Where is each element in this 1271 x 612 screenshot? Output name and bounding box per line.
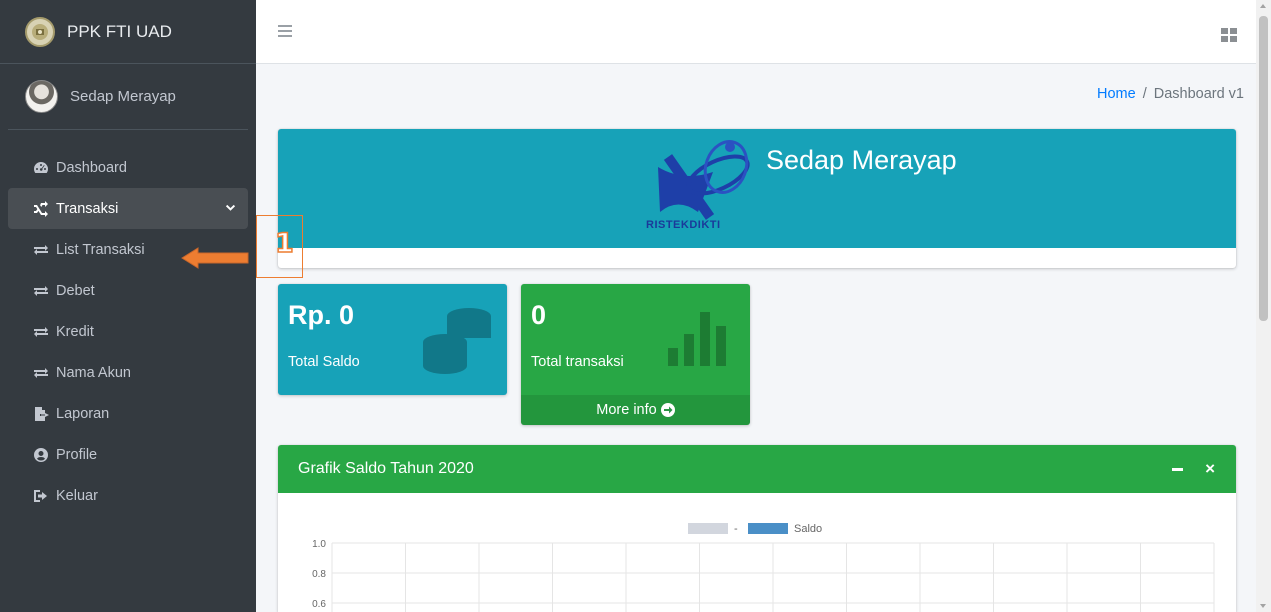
breadcrumb-home-link[interactable]: Home <box>1097 86 1136 102</box>
more-info-link[interactable]: More info <box>521 395 750 425</box>
welcome-card: RISTEKDIKTI Sedap Merayap <box>278 129 1236 268</box>
user-circle-icon <box>33 447 49 463</box>
user-avatar-icon <box>25 80 58 113</box>
sidebar-item-dashboard[interactable]: Dashboard <box>8 147 248 188</box>
y-tick-label: 0.6 <box>312 599 326 610</box>
hamburger-menu-icon[interactable] <box>278 25 292 37</box>
sidebar-item-label: Profile <box>56 446 98 463</box>
chevron-down-icon <box>225 202 236 213</box>
user-panel[interactable]: Sedap Merayap <box>8 64 248 130</box>
scroll-up-arrow-icon[interactable] <box>1260 4 1266 8</box>
exchange-icon <box>33 242 49 258</box>
sidebar-item-label: Keluar <box>56 487 98 504</box>
legend-swatch <box>748 523 788 534</box>
breadcrumb-separator: / <box>1142 86 1147 102</box>
breadcrumb-current: Dashboard v1 <box>1153 86 1244 102</box>
sidebar-item-transaksi[interactable]: Transaksi <box>8 188 248 229</box>
breadcrumb: Home / Dashboard v1 <box>1097 86 1244 102</box>
y-tick-label: 1.0 <box>312 539 326 550</box>
total-saldo-label: Total Saldo <box>288 354 360 370</box>
chart-card-header: Grafik Saldo Tahun 2020 × <box>278 445 1236 493</box>
welcome-banner: RISTEKDIKTI Sedap Merayap <box>278 129 1236 248</box>
collapse-minus-icon[interactable] <box>1172 462 1184 476</box>
saldo-line-chart: -Saldo1.00.80.60.4 <box>312 523 1215 612</box>
total-transaksi-value: 0 <box>531 300 547 330</box>
sidebar-item-laporan[interactable]: Laporan <box>8 393 248 434</box>
more-info-label: More info <box>596 402 657 418</box>
brand-link[interactable]: PPK FTI UAD <box>0 0 256 64</box>
exchange-icon <box>33 365 49 381</box>
y-tick-label: 0.8 <box>312 569 326 580</box>
grafik-saldo-card: Grafik Saldo Tahun 2020 × - Saldo 1.0 0.8 0.… <box>278 445 1236 612</box>
total-transaksi-box: 0 Total transaksi More info <box>521 284 750 425</box>
annotation-number: 1 <box>274 227 294 260</box>
sidebar: PPK FTI UAD Sedap Merayap Dashboard Tran… <box>0 0 256 612</box>
legend-label: Saldo <box>794 523 822 535</box>
sidebar-item-label: Laporan <box>56 405 110 422</box>
sidebar-item-label: Transaksi <box>56 200 119 217</box>
total-saldo-value: Rp. 0 <box>288 300 355 330</box>
sidebar-item-label: Debet <box>56 282 95 299</box>
coins-icon <box>423 308 491 374</box>
legend-label: - <box>734 523 738 535</box>
ristekdikti-logo-text: RISTEKDIKTI <box>646 219 721 231</box>
university-seal-icon <box>25 16 55 47</box>
control-sidebar-grid-icon[interactable] <box>1221 28 1237 42</box>
random-icon <box>33 200 49 217</box>
sidebar-item-nama-akun[interactable]: Nama Akun <box>8 352 248 393</box>
brand-name: PPK FTI UAD <box>67 21 172 41</box>
top-navbar <box>256 0 1256 64</box>
sidebar-item-debet[interactable]: Debet <box>8 270 248 311</box>
sidebar-item-label: List Transaksi <box>56 241 145 258</box>
sidebar-item-profile[interactable]: Profile <box>8 434 248 475</box>
scroll-down-arrow-icon[interactable] <box>1260 604 1266 608</box>
sign-out-icon <box>33 488 49 504</box>
total-transaksi-label: Total transaksi <box>531 354 624 370</box>
sidebar-item-kredit[interactable]: Kredit <box>8 311 248 352</box>
file-export-icon <box>33 406 49 422</box>
annotation-arrow-icon <box>181 247 249 269</box>
page-scrollbar[interactable] <box>1256 0 1271 612</box>
legend-swatch <box>688 523 728 534</box>
sidebar-item-label: Nama Akun <box>56 364 131 381</box>
sidebar-item-label: Dashboard <box>56 159 127 176</box>
sidebar-item-keluar[interactable]: Keluar <box>8 475 248 516</box>
bar-chart-icon <box>668 312 726 366</box>
close-icon[interactable]: × <box>1205 459 1215 479</box>
exchange-icon <box>33 324 49 340</box>
sidebar-item-label: Kredit <box>56 323 94 340</box>
welcome-title: Sedap Merayap <box>766 145 957 175</box>
user-name[interactable]: Sedap Merayap <box>70 88 176 105</box>
tachometer-icon <box>33 160 49 176</box>
chart-card-title: Grafik Saldo Tahun 2020 <box>298 460 474 477</box>
sidebar-nav: Dashboard Transaksi List Transaksi Debet <box>0 147 256 516</box>
total-saldo-box: Rp. 0 Total Saldo <box>278 284 507 395</box>
scroll-thumb[interactable] <box>1259 16 1268 321</box>
arrow-circle-right-icon <box>660 403 675 417</box>
exchange-icon <box>33 283 49 299</box>
